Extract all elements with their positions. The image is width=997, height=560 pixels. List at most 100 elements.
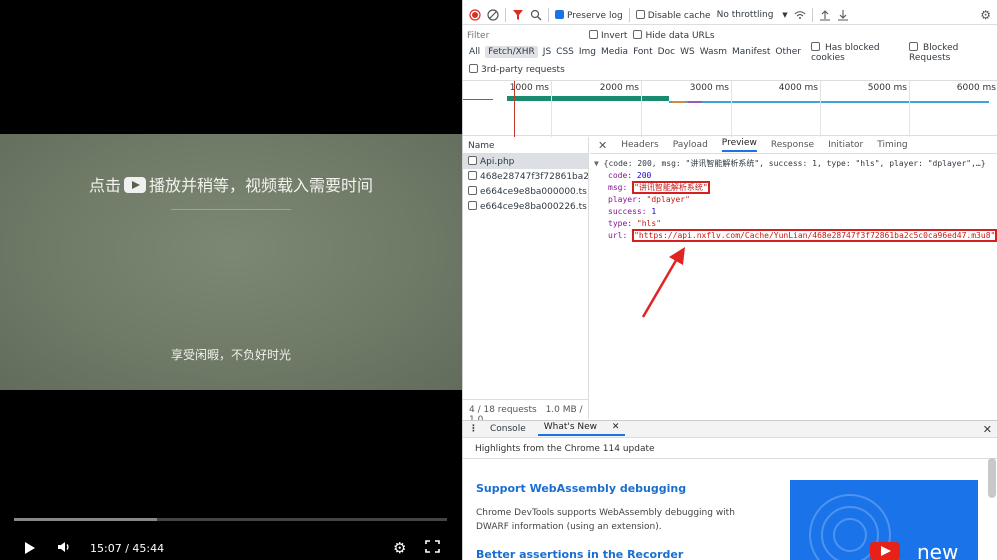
hide-data-urls-label: Hide data URLs bbox=[645, 31, 715, 41]
timeline-tick-label: 1000 ms bbox=[509, 83, 549, 93]
preview-field-success: success: 1 bbox=[594, 206, 997, 218]
type-filter-fetch-xhr[interactable]: Fetch/XHR bbox=[485, 46, 538, 58]
third-party-label: 3rd-party requests bbox=[481, 64, 565, 75]
whats-new-item-title[interactable]: Better assertions in the Recorder bbox=[476, 548, 683, 560]
toolbar-divider bbox=[628, 8, 630, 22]
video-poster[interactable]: 点击 播放并稍等，视频载入需要时间 享受闲暇，不负好时光 bbox=[0, 134, 462, 390]
settings-gear-icon[interactable]: ⚙ bbox=[393, 539, 406, 557]
video-progress-bar[interactable] bbox=[14, 518, 447, 521]
request-list-header[interactable]: Name bbox=[463, 137, 588, 154]
type-filter-doc[interactable]: Doc bbox=[658, 47, 675, 57]
close-drawer-icon[interactable]: ✕ bbox=[983, 423, 992, 436]
blocked-requests-check[interactable] bbox=[909, 41, 919, 51]
close-icon[interactable]: ✕ bbox=[612, 422, 620, 432]
export-har-icon[interactable] bbox=[837, 9, 849, 21]
play-icon[interactable] bbox=[25, 542, 35, 554]
type-filter-manifest[interactable]: Manifest bbox=[732, 47, 770, 57]
import-har-icon[interactable] bbox=[819, 9, 831, 21]
request-type-icon bbox=[468, 186, 477, 195]
type-filter-all[interactable]: All bbox=[469, 47, 480, 57]
blocked-cookies-check[interactable] bbox=[810, 41, 820, 51]
network-overview-timeline[interactable]: 1000 ms 2000 ms 3000 ms 4000 ms 5000 ms 6000 … bbox=[463, 80, 997, 137]
network-settings-gear-icon[interactable]: ⚙ bbox=[980, 8, 991, 22]
timeline-bar bbox=[507, 96, 669, 101]
type-filter-media[interactable]: Media bbox=[601, 47, 628, 57]
type-filter-ws[interactable]: WS bbox=[680, 47, 695, 57]
tab-console[interactable]: Console bbox=[490, 424, 526, 434]
drawer-scrollbar[interactable] bbox=[988, 458, 996, 498]
whats-new-thumbnail[interactable]: new bbox=[790, 480, 978, 560]
request-type-icon bbox=[468, 171, 477, 180]
drawer-menu-icon[interactable]: ⋮ bbox=[469, 424, 478, 434]
third-party-checkbox[interactable]: 3rd-party requests bbox=[469, 63, 565, 75]
tab-timing[interactable]: Timing bbox=[877, 140, 907, 150]
hide-data-urls-check[interactable] bbox=[633, 30, 643, 39]
field-value: "dplayer" bbox=[646, 195, 690, 204]
video-controls: 15:07 / 45:44 ⚙ bbox=[0, 532, 462, 560]
tab-whats-new[interactable]: What's New ✕ bbox=[537, 422, 626, 436]
hide-data-urls-checkbox[interactable]: Hide data URLs bbox=[633, 30, 715, 41]
toolbar-divider bbox=[811, 8, 813, 22]
disable-cache-check[interactable] bbox=[635, 9, 645, 19]
poster-divider bbox=[171, 209, 291, 210]
blocked-requests-checkbox[interactable]: Blocked Requests bbox=[909, 41, 992, 63]
preview-field-msg: msg: "讲讯智能解析系统" bbox=[594, 181, 997, 194]
preview-summary[interactable]: ▼ {code: 200, msg: "讲讯智能解析系统", success: … bbox=[594, 158, 997, 170]
preview-summary-text: {code: 200, msg: "讲讯智能解析系统", success: 1,… bbox=[603, 159, 986, 168]
request-row[interactable]: e664ce9e8ba000226.ts bbox=[463, 199, 588, 214]
video-player[interactable]: 点击 播放并稍等，视频载入需要时间 享受闲暇，不负好时光 15:07 / 45:4… bbox=[0, 0, 462, 560]
request-row[interactable]: Api.php bbox=[463, 154, 588, 169]
play-logo-icon bbox=[124, 177, 146, 193]
record-icon[interactable] bbox=[469, 9, 481, 21]
volume-icon[interactable] bbox=[57, 540, 71, 554]
whats-new-item-title[interactable]: Support WebAssembly debugging bbox=[476, 482, 686, 495]
type-filter-js[interactable]: JS bbox=[543, 47, 551, 57]
type-filter-other[interactable]: Other bbox=[775, 47, 801, 57]
tab-payload[interactable]: Payload bbox=[673, 140, 708, 150]
tab-preview[interactable]: Preview bbox=[721, 138, 757, 152]
timeline-tick-label: 3000 ms bbox=[689, 83, 729, 93]
invert-label: Invert bbox=[601, 31, 628, 41]
disable-cache-label: Disable cache bbox=[647, 10, 711, 21]
invert-checkbox[interactable]: Invert bbox=[589, 30, 627, 41]
toolbar-divider bbox=[548, 8, 549, 22]
timeline-bar bbox=[672, 101, 686, 103]
clear-icon[interactable] bbox=[487, 9, 499, 21]
annotation-arrow bbox=[641, 247, 685, 318]
disable-cache-checkbox[interactable]: Disable cache bbox=[635, 9, 711, 21]
throttling-value: No throttling bbox=[716, 10, 774, 20]
tab-headers[interactable]: Headers bbox=[621, 140, 658, 150]
preserve-log-checkbox[interactable]: Preserve log bbox=[555, 9, 623, 21]
type-filter-img[interactable]: Img bbox=[579, 47, 596, 57]
request-row[interactable]: e664ce9e8ba000000.ts bbox=[463, 184, 588, 199]
blocked-cookies-checkbox[interactable]: Has blocked cookies bbox=[810, 41, 904, 63]
chevron-down-icon: ▼ bbox=[782, 11, 788, 19]
field-key: msg: bbox=[608, 183, 628, 192]
timeline-bar bbox=[463, 99, 493, 100]
video-time: 15:07 / 45:44 bbox=[90, 542, 165, 555]
tab-initiator[interactable]: Initiator bbox=[828, 140, 863, 150]
search-icon[interactable] bbox=[530, 9, 542, 21]
network-conditions-icon[interactable] bbox=[794, 9, 806, 21]
type-filter-font[interactable]: Font bbox=[633, 47, 653, 57]
timeline-tick-label: 6000 ms bbox=[956, 83, 996, 93]
invert-check[interactable] bbox=[589, 30, 598, 39]
preserve-log-label: Preserve log bbox=[567, 10, 623, 21]
request-row[interactable]: 468e28747f3f72861ba2c5... bbox=[463, 169, 588, 184]
fullscreen-icon[interactable] bbox=[425, 540, 440, 553]
close-icon[interactable]: ✕ bbox=[598, 139, 607, 152]
request-rows: Api.php 468e28747f3f72861ba2c5... e664ce9e… bbox=[463, 154, 588, 214]
timeline-tick-label: 4000 ms bbox=[778, 83, 818, 93]
field-value: "hls" bbox=[636, 219, 662, 228]
poster-title-part-b: 播放并稍等，视频载入需要时间 bbox=[149, 176, 374, 195]
poster-title-part-a: 点击 bbox=[88, 176, 121, 195]
highlighted-msg-value: "讲讯智能解析系统" bbox=[632, 181, 710, 194]
timeline-tick: 2000 ms bbox=[600, 81, 642, 137]
tab-response[interactable]: Response bbox=[771, 140, 814, 150]
type-filter-css[interactable]: CSS bbox=[556, 47, 574, 57]
third-party-check[interactable] bbox=[469, 63, 478, 73]
preserve-log-check[interactable] bbox=[555, 9, 564, 19]
type-filter-wasm[interactable]: Wasm bbox=[700, 47, 727, 57]
filter-funnel-icon[interactable] bbox=[512, 9, 524, 21]
throttling-select[interactable]: No throttling ▼ bbox=[717, 10, 788, 20]
